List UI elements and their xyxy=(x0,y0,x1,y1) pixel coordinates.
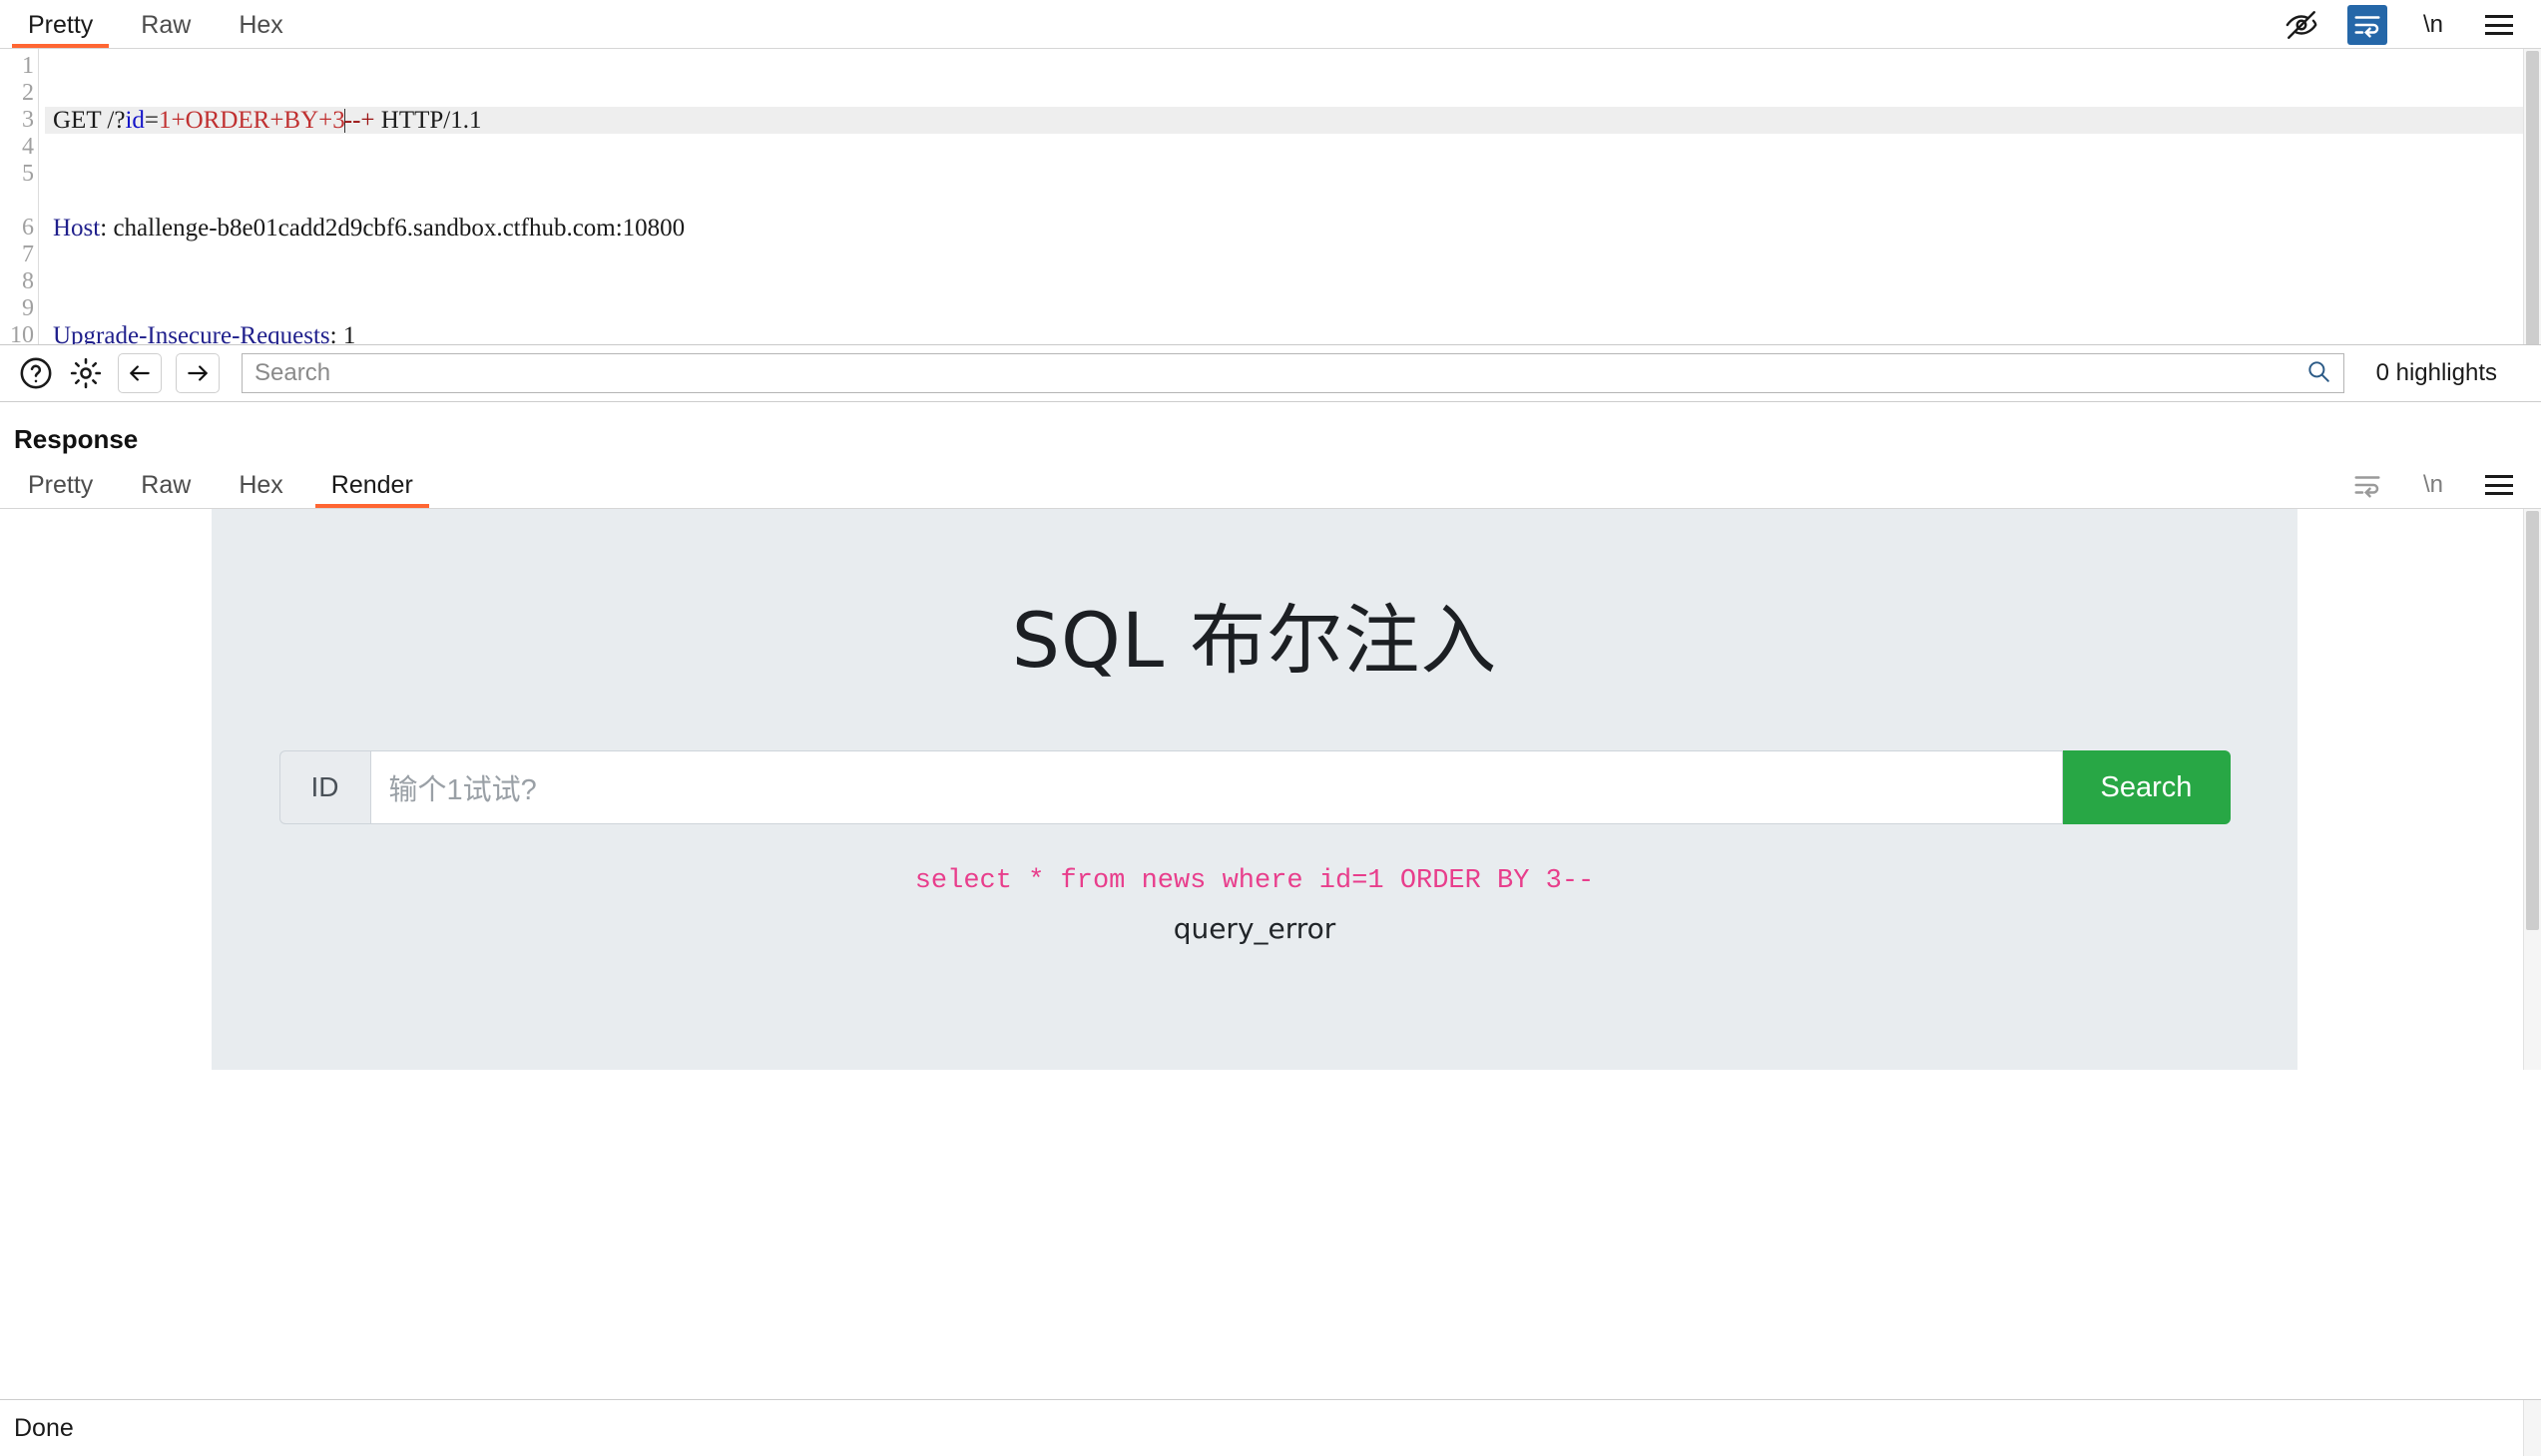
line-number: 3 xyxy=(22,107,34,133)
line-number: 1 xyxy=(22,53,34,79)
tab-request-pretty[interactable]: Pretty xyxy=(8,2,113,48)
search-prev-button[interactable] xyxy=(118,353,162,393)
request-toolbar: \n xyxy=(2282,2,2541,48)
newline-icon-label: \n xyxy=(2422,11,2443,38)
newline-icon[interactable]: \n xyxy=(2413,465,2453,505)
line-number: 4 xyxy=(22,134,34,160)
header-name-upgrade-insecure-requests: Upgrade-Insecure-Requests xyxy=(53,322,330,345)
request-param-value: 1+ORDER+BY+3 xyxy=(159,107,345,134)
page-heading: SQL 布尔注入 xyxy=(1011,596,1498,685)
request-editor[interactable]: 1 2 3 4 5 6 7 8 9 10 11 GET /?id=1+ORDER… xyxy=(0,49,2541,345)
request-param-eq: = xyxy=(144,107,159,134)
response-toolbar: \n xyxy=(2347,462,2541,508)
request-tabbar: Pretty Raw Hex \n xyxy=(0,0,2541,49)
tab-response-pretty[interactable]: Pretty xyxy=(8,462,113,508)
search-input-placeholder: Search xyxy=(254,359,331,386)
scrollbar-thumb[interactable] xyxy=(2526,511,2539,930)
tab-request-hex[interactable]: Hex xyxy=(219,2,302,48)
search-toolbar: Search 0 highlights xyxy=(0,345,2541,402)
request-line-2: Host: challenge-b8e01cadd2d9cbf6.sandbox… xyxy=(53,215,686,242)
request-line-1: GET /?id=1+ORDER+BY+3--+ HTTP/1.1 xyxy=(45,107,2541,134)
request-param-name: id xyxy=(125,107,145,134)
status-text: Done xyxy=(14,1413,74,1442)
hamburger-glyph xyxy=(2485,475,2513,495)
line-number: 9 xyxy=(22,295,34,321)
line-number: 6 xyxy=(22,215,34,241)
response-title: Response xyxy=(14,424,139,454)
search-icon[interactable] xyxy=(2305,358,2331,389)
line-number: 8 xyxy=(22,268,34,294)
response-tabbar: Pretty Raw Hex Render \n xyxy=(0,460,2541,509)
tab-response-raw[interactable]: Raw xyxy=(121,462,211,508)
word-wrap-icon[interactable] xyxy=(2347,5,2387,45)
scrollbar-thumb[interactable] xyxy=(2526,51,2539,344)
header-value-host: challenge-b8e01cadd2d9cbf6.sandbox.ctfhu… xyxy=(113,215,686,242)
search-submit-button[interactable]: Search xyxy=(2062,750,2231,824)
line-number-gutter: 1 2 3 4 5 6 7 8 9 10 11 xyxy=(0,49,39,345)
tab-request-raw[interactable]: Raw xyxy=(121,2,211,48)
hamburger-glyph xyxy=(2485,15,2513,35)
search-next-button[interactable] xyxy=(176,353,220,393)
request-code[interactable]: GET /?id=1+ORDER+BY+3--+ HTTP/1.1 Host: … xyxy=(39,49,2541,345)
response-scrollbar[interactable] xyxy=(2523,509,2541,1070)
tab-response-hex[interactable]: Hex xyxy=(219,462,302,508)
search-input[interactable]: Search xyxy=(242,353,2344,393)
line-number: 5 xyxy=(22,161,34,187)
menu-icon[interactable] xyxy=(2479,5,2519,45)
tab-response-render[interactable]: Render xyxy=(311,462,433,508)
request-http-version: HTTP/1.1 xyxy=(374,107,482,134)
request-editor-body: 1 2 3 4 5 6 7 8 9 10 11 GET /?id=1+ORDER… xyxy=(0,49,2541,345)
request-param-comment: --+ xyxy=(343,107,375,134)
query-result-message: query_error xyxy=(1173,912,1336,945)
line-number-continuation xyxy=(0,188,38,215)
header-value-upgrade-insecure-requests: 1 xyxy=(342,322,356,345)
id-input[interactable]: 输个1试试? xyxy=(369,750,2063,824)
highlight-count: 0 highlights xyxy=(2375,359,2497,386)
help-circle-icon[interactable] xyxy=(18,355,54,391)
id-search-form: ID 输个1试试? Search xyxy=(278,750,2231,824)
newline-icon-label: \n xyxy=(2422,471,2443,498)
request-editor-scrollbar[interactable] xyxy=(2523,49,2541,344)
request-method-path-prefix: GET /? xyxy=(53,107,126,134)
line-number: 10 xyxy=(10,322,34,345)
response-render-area: SQL 布尔注入 ID 输个1试试? Search select * from … xyxy=(0,509,2541,1070)
newline-icon[interactable]: \n xyxy=(2413,5,2453,45)
menu-icon[interactable] xyxy=(2479,465,2519,505)
line-number: 7 xyxy=(22,242,34,267)
status-scrollbar[interactable] xyxy=(2523,1400,2541,1456)
word-wrap-icon[interactable] xyxy=(2347,465,2387,505)
eye-off-icon[interactable] xyxy=(2282,5,2321,45)
status-bar: Done xyxy=(0,1399,2541,1456)
gear-icon[interactable] xyxy=(68,355,104,391)
id-input-placeholder: 输个1试试? xyxy=(388,774,537,806)
sql-query-text: select * from news where id=1 ORDER BY 3… xyxy=(914,866,1595,896)
header-name-host: Host xyxy=(53,215,101,242)
rendered-web-page: SQL 布尔注入 ID 输个1试试? Search select * from … xyxy=(212,509,2297,1070)
id-input-label: ID xyxy=(278,750,370,824)
request-line-3: Upgrade-Insecure-Requests: 1 xyxy=(45,322,2541,345)
line-number: 2 xyxy=(22,80,34,106)
